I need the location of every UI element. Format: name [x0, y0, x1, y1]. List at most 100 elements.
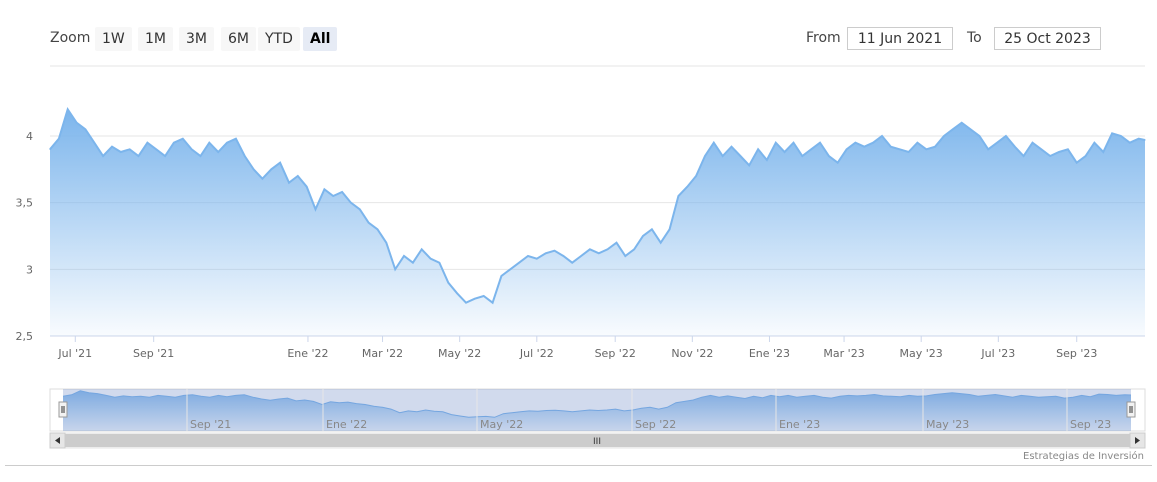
data-point: [208, 142, 210, 144]
navigator-tick-label: May '23: [926, 418, 969, 431]
data-point: [76, 122, 78, 124]
data-point: [509, 268, 511, 270]
data-point: [872, 142, 874, 144]
data-point: [624, 255, 626, 257]
data-point: [908, 151, 910, 153]
data-point: [1120, 135, 1122, 137]
data-point: [837, 162, 839, 164]
data-point: [934, 146, 936, 148]
data-point: [792, 142, 795, 144]
navigator-handle-left[interactable]: [58, 401, 68, 418]
y-tick-label: 4: [26, 130, 33, 143]
data-point: [244, 155, 246, 157]
navigator-tick-label: Sep '23: [1070, 418, 1111, 431]
scrollbar[interactable]: III: [49, 432, 1146, 449]
data-point: [1076, 162, 1078, 164]
data-point: [84, 128, 86, 130]
data-point: [430, 258, 432, 260]
data-point: [341, 191, 343, 193]
data-point: [438, 262, 440, 264]
data-point: [589, 248, 591, 250]
x-tick-label: Jul '23: [980, 347, 1015, 360]
data-point: [155, 148, 157, 150]
data-point: [580, 255, 582, 257]
data-point: [120, 151, 122, 153]
data-point: [633, 248, 635, 250]
data-point: [253, 168, 255, 170]
data-point: [854, 142, 857, 144]
x-tick-label: Sep '21: [133, 347, 174, 360]
data-point: [270, 168, 272, 170]
scroll-left-button[interactable]: [49, 432, 66, 449]
data-point: [952, 128, 954, 130]
data-point: [1138, 138, 1140, 140]
scroll-right-button[interactable]: [1129, 432, 1146, 449]
data-point: [500, 275, 502, 277]
navigator[interactable]: Sep '21 Ene '22 May '22 Sep '22 Ene '23 May '…: [49, 388, 1146, 432]
y-axis: 2,5 3 3,5 4: [16, 130, 34, 343]
stock-area-chart: 2,5 3 3,5 4 Jul '21 Sep '21 Ene '22 Mar '22 May…: [16, 65, 1146, 449]
data-point: [1005, 135, 1007, 137]
navigator-tick-label: Sep '21: [190, 418, 231, 431]
data-point: [730, 146, 733, 148]
data-point: [598, 252, 600, 254]
credits: Estrategias de Inversión: [1023, 451, 1144, 462]
navigator-handle-right[interactable]: [1126, 401, 1136, 418]
data-point: [421, 248, 423, 250]
data-point: [350, 202, 352, 204]
data-point: [677, 195, 680, 197]
data-point: [191, 148, 193, 150]
data-point: [925, 148, 927, 150]
data-point: [828, 155, 830, 157]
data-point: [713, 142, 715, 144]
x-tick-label: Mar '22: [362, 347, 403, 360]
data-point: [1023, 155, 1025, 157]
data-point: [801, 155, 803, 157]
data-point: [757, 148, 759, 150]
data-point: [651, 228, 653, 230]
x-tick-label: May '22: [438, 347, 481, 360]
data-point: [279, 162, 281, 164]
data-point: [288, 182, 290, 184]
x-tick-label: Ene '22: [287, 347, 328, 360]
data-point: [182, 138, 184, 140]
data-point: [173, 142, 175, 144]
data-point: [314, 208, 317, 210]
data-point: [199, 155, 202, 157]
data-point: [1058, 151, 1060, 153]
data-point: [1031, 142, 1034, 144]
data-point: [447, 282, 449, 284]
data-point: [385, 242, 387, 244]
data-point: [1093, 142, 1095, 144]
data-point: [137, 155, 140, 157]
data-point: [359, 208, 361, 210]
data-point: [881, 135, 883, 137]
data-point: [394, 268, 396, 270]
y-tick-label: 3: [26, 263, 33, 276]
data-point: [1144, 139, 1146, 141]
data-point: [323, 188, 325, 190]
bottom-divider: [5, 465, 1152, 466]
data-point: [996, 142, 998, 144]
data-point: [1014, 146, 1016, 148]
x-tick-label: Ene '23: [749, 347, 790, 360]
data-point: [978, 135, 981, 137]
data-point: [164, 155, 166, 157]
data-point: [890, 146, 892, 148]
data-point: [146, 142, 148, 144]
data-point: [784, 151, 786, 153]
navigator-tick-label: May '22: [480, 418, 523, 431]
data-point: [403, 255, 405, 257]
data-point: [1102, 151, 1104, 153]
data-point: [669, 228, 671, 230]
data-point: [863, 146, 865, 148]
scrollbar-grip: III: [593, 437, 601, 447]
data-point: [492, 302, 494, 304]
data-point: [368, 222, 370, 224]
navigator-tick-label: Sep '22: [635, 418, 676, 431]
data-point: [217, 151, 219, 153]
data-point: [615, 242, 618, 244]
data-point: [332, 195, 334, 197]
data-point: [67, 108, 69, 110]
data-point: [102, 155, 104, 157]
